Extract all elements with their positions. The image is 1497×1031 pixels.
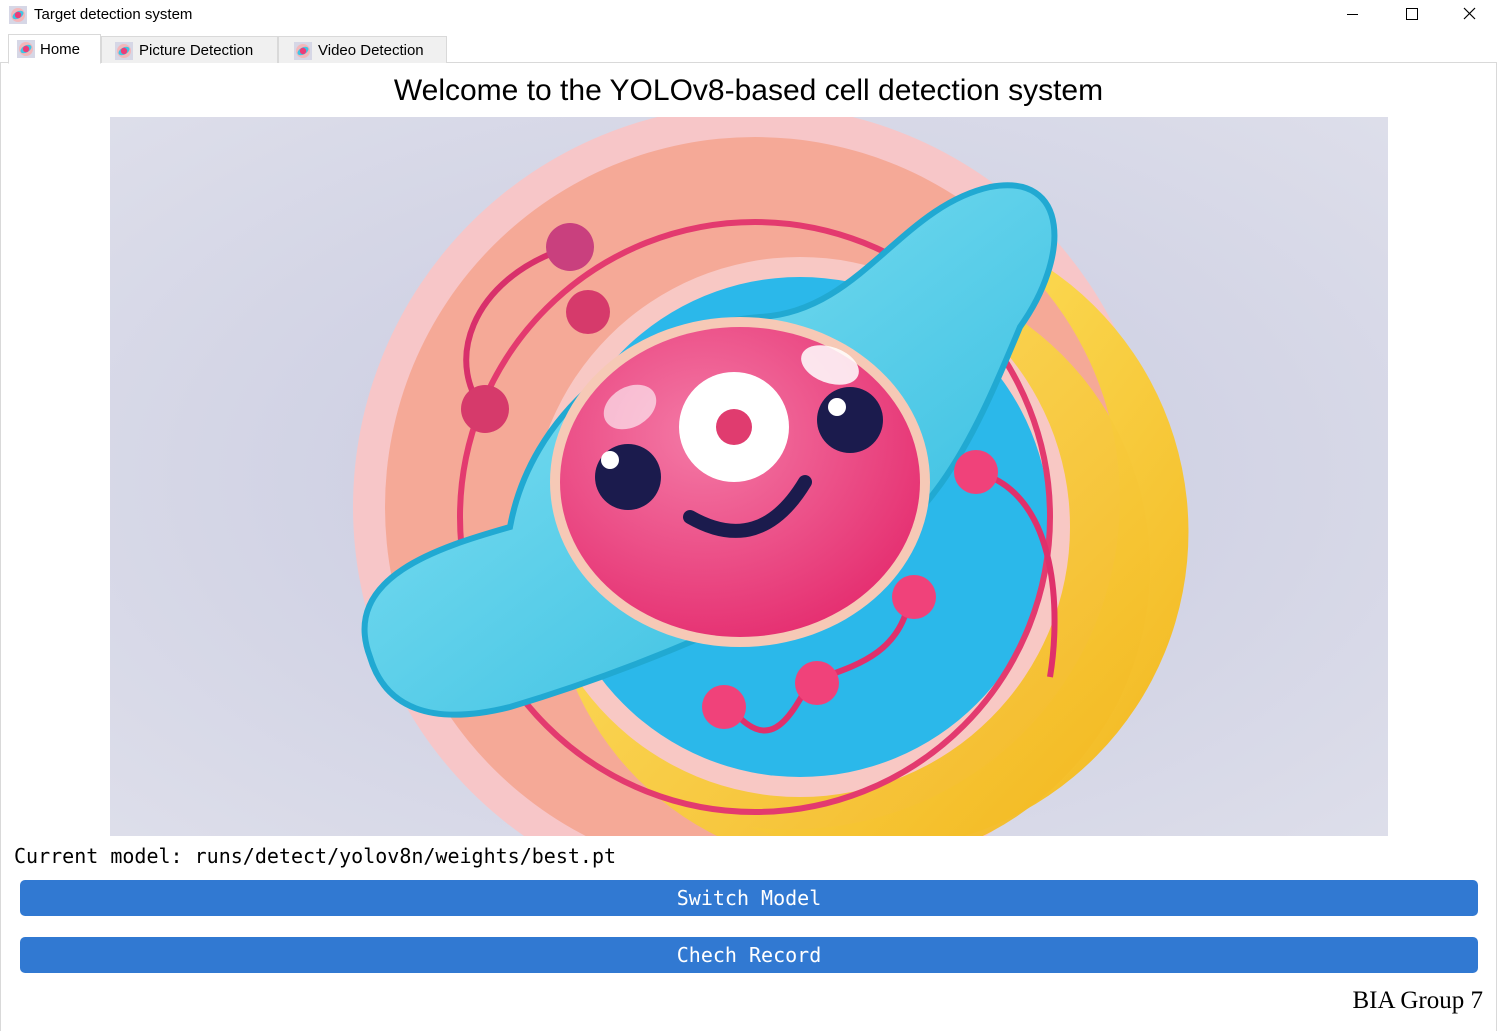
check-record-button[interactable]: Chech Record [20, 937, 1478, 973]
tab-home[interactable]: Home [8, 34, 101, 64]
close-icon [1463, 7, 1476, 20]
window-title: Target detection system [34, 6, 193, 23]
cell-app-icon [9, 6, 27, 24]
tab-bar: Home Picture Detection Video Detection [0, 32, 1497, 64]
maximize-button[interactable] [1382, 0, 1440, 30]
cell-app-icon [294, 42, 312, 60]
tab-picture-detection[interactable]: Picture Detection [101, 36, 278, 63]
title-bar: Target detection system [0, 0, 1497, 32]
tab-video-detection[interactable]: Video Detection [278, 36, 447, 63]
minimize-button[interactable] [1323, 0, 1381, 30]
switch-model-button[interactable]: Switch Model [20, 880, 1478, 916]
close-button[interactable] [1440, 0, 1497, 30]
maximize-icon [1406, 8, 1418, 20]
minimize-icon [1347, 14, 1358, 15]
tab-video-detection-label: Video Detection [318, 42, 424, 59]
cell-app-icon [17, 40, 35, 58]
tab-home-label: Home [40, 41, 81, 58]
current-model-label: Current model: runs/detect/yolov8n/weigh… [14, 844, 617, 868]
tab-picture-detection-label: Picture Detection [139, 42, 254, 59]
cell-app-icon [115, 42, 133, 60]
cartoon-cell-illustration [110, 117, 1388, 836]
page-title: Welcome to the YOLOv8-based cell detecti… [393, 74, 1104, 107]
footer-credit: BIA Group 7 [1352, 987, 1483, 1014]
